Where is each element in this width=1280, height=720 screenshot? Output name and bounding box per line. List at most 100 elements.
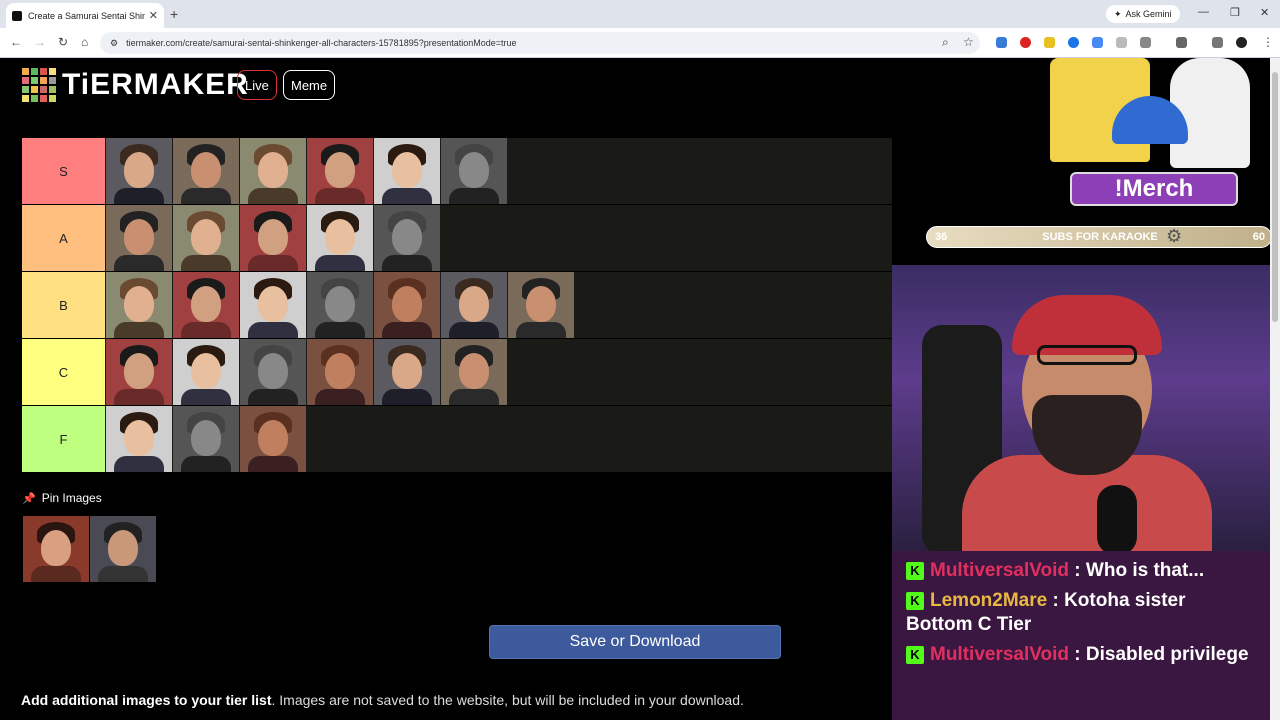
kick-badge-icon: K (906, 591, 924, 610)
character-image[interactable] (173, 272, 239, 338)
character-image[interactable] (90, 516, 156, 582)
chat-text: : Disabled privilege (1074, 644, 1249, 665)
chat-message: K MultiversalVoid : Who is that... (906, 559, 1256, 583)
page-scrollbar[interactable] (1270, 58, 1280, 720)
merch-overlay: !Merch (1020, 58, 1250, 208)
tier-label[interactable]: A (22, 205, 105, 271)
merch-label: !Merch (1070, 172, 1238, 206)
reload-icon[interactable]: ↻ (58, 35, 68, 49)
tier-label[interactable]: B (22, 272, 105, 338)
character-image[interactable] (374, 205, 440, 271)
tab-tiermaker[interactable]: Create a Samurai Sentai Shinke ✕ (6, 3, 164, 28)
logo-text: TiERMAKER (62, 68, 249, 101)
character-image[interactable] (240, 205, 306, 271)
pin-images-label: Pin Images (41, 491, 102, 505)
character-image[interactable] (307, 205, 373, 271)
character-image[interactable] (240, 138, 306, 204)
extensions-puzzle-icon[interactable] (1140, 37, 1151, 48)
tier-row-a: A (22, 205, 892, 272)
close-tab-icon[interactable]: ✕ (149, 9, 158, 22)
live-button[interactable]: Live (237, 70, 277, 100)
sparkle-icon: ✦ (1114, 8, 1122, 19)
gear-icon: ⚙ (1166, 226, 1183, 246)
character-image[interactable] (106, 406, 172, 472)
extension-icon[interactable] (1116, 37, 1127, 48)
character-image[interactable] (374, 272, 440, 338)
tab-bar: Create a Samurai Sentai Shinke ✕ + ✦ Ask… (0, 0, 1280, 28)
favicon-icon (12, 10, 22, 21)
tiermaker-logo[interactable]: TiERMAKER (22, 68, 249, 102)
extension-icon[interactable] (1068, 37, 1079, 48)
tier-label[interactable]: F (22, 406, 105, 472)
character-image[interactable] (106, 339, 172, 405)
chat-message: K MultiversalVoid : Disabled privilege (906, 643, 1256, 667)
pinned-images (22, 516, 156, 582)
close-window-icon[interactable]: ✕ (1260, 6, 1269, 19)
sub-goal-end: 60 (1252, 231, 1265, 243)
character-image[interactable] (173, 205, 239, 271)
url-text: tiermaker.com/create/samurai-sentai-shin… (126, 38, 517, 48)
minimize-icon[interactable]: — (1198, 6, 1209, 18)
forward-icon[interactable]: → (34, 35, 46, 49)
character-image[interactable] (441, 339, 507, 405)
character-image[interactable] (441, 138, 507, 204)
media-icon[interactable] (1212, 37, 1223, 48)
profile-avatar[interactable] (1236, 37, 1247, 48)
tier-row-b: B (22, 272, 892, 339)
tier-label[interactable]: C (22, 339, 105, 405)
character-image[interactable] (307, 272, 373, 338)
back-icon[interactable]: ← (10, 35, 22, 49)
meme-button[interactable]: Meme (283, 70, 336, 100)
site-info-icon[interactable]: ⚙ (110, 38, 118, 49)
address-bar[interactable]: ⚙ tiermaker.com/create/samurai-sentai-sh… (100, 32, 980, 54)
bookmark-star-icon[interactable]: ☆ (963, 35, 974, 49)
tier-row-f: F (22, 406, 892, 473)
microphone (1097, 485, 1137, 551)
character-image[interactable] (240, 339, 306, 405)
character-image[interactable] (106, 138, 172, 204)
webcam-feed (892, 265, 1270, 551)
logo-grid-icon (22, 68, 56, 102)
chat-username: MultiversalVoid (930, 644, 1075, 665)
kick-badge-icon: K (906, 645, 924, 664)
tier-row-s: S (22, 138, 892, 205)
character-image[interactable] (173, 406, 239, 472)
character-image[interactable] (374, 339, 440, 405)
character-image[interactable] (106, 272, 172, 338)
character-image[interactable] (307, 138, 373, 204)
character-image[interactable] (508, 272, 574, 338)
character-image[interactable] (240, 406, 306, 472)
pin-images-toggle[interactable]: 📌 Pin Images (22, 491, 102, 505)
save-or-download-button[interactable]: Save or Download (489, 625, 781, 659)
scrollbar-thumb[interactable] (1272, 72, 1278, 322)
tier-list: SABCF (22, 138, 892, 473)
ask-gemini-button[interactable]: ✦ Ask Gemini (1106, 5, 1180, 23)
menu-kebab-icon[interactable]: ⋮ (1262, 35, 1274, 49)
extension-icon[interactable] (1044, 37, 1055, 48)
extension-icon[interactable] (996, 37, 1007, 48)
character-image[interactable] (173, 339, 239, 405)
character-image[interactable] (240, 272, 306, 338)
character-image[interactable] (307, 339, 373, 405)
character-image[interactable] (173, 138, 239, 204)
tier-row-c: C (22, 339, 892, 406)
sub-goal-text: SUBS FOR KARAOKE (1042, 231, 1158, 243)
chat-overlay: K MultiversalVoid : Who is that... K Lemon2… (892, 551, 1270, 720)
restore-icon[interactable]: ❐ (1230, 6, 1240, 19)
character-image[interactable] (374, 138, 440, 204)
cast-icon[interactable] (1176, 37, 1187, 48)
character-image[interactable] (441, 272, 507, 338)
extension-icon[interactable] (1020, 37, 1031, 48)
zoom-icon[interactable]: ⌕ (942, 35, 949, 50)
tab-title: Create a Samurai Sentai Shinke (28, 10, 145, 21)
character-image[interactable] (23, 516, 89, 582)
home-icon[interactable]: ⌂ (81, 35, 88, 49)
character-image[interactable] (106, 205, 172, 271)
tier-label[interactable]: S (22, 138, 105, 204)
sub-goal-start: 36 (935, 231, 948, 243)
new-tab-button[interactable]: + (170, 6, 178, 22)
kick-badge-icon: K (906, 561, 924, 580)
chat-text: : Who is that... (1074, 560, 1205, 581)
translate-icon[interactable] (1092, 37, 1103, 48)
chat-username: MultiversalVoid (930, 560, 1075, 581)
